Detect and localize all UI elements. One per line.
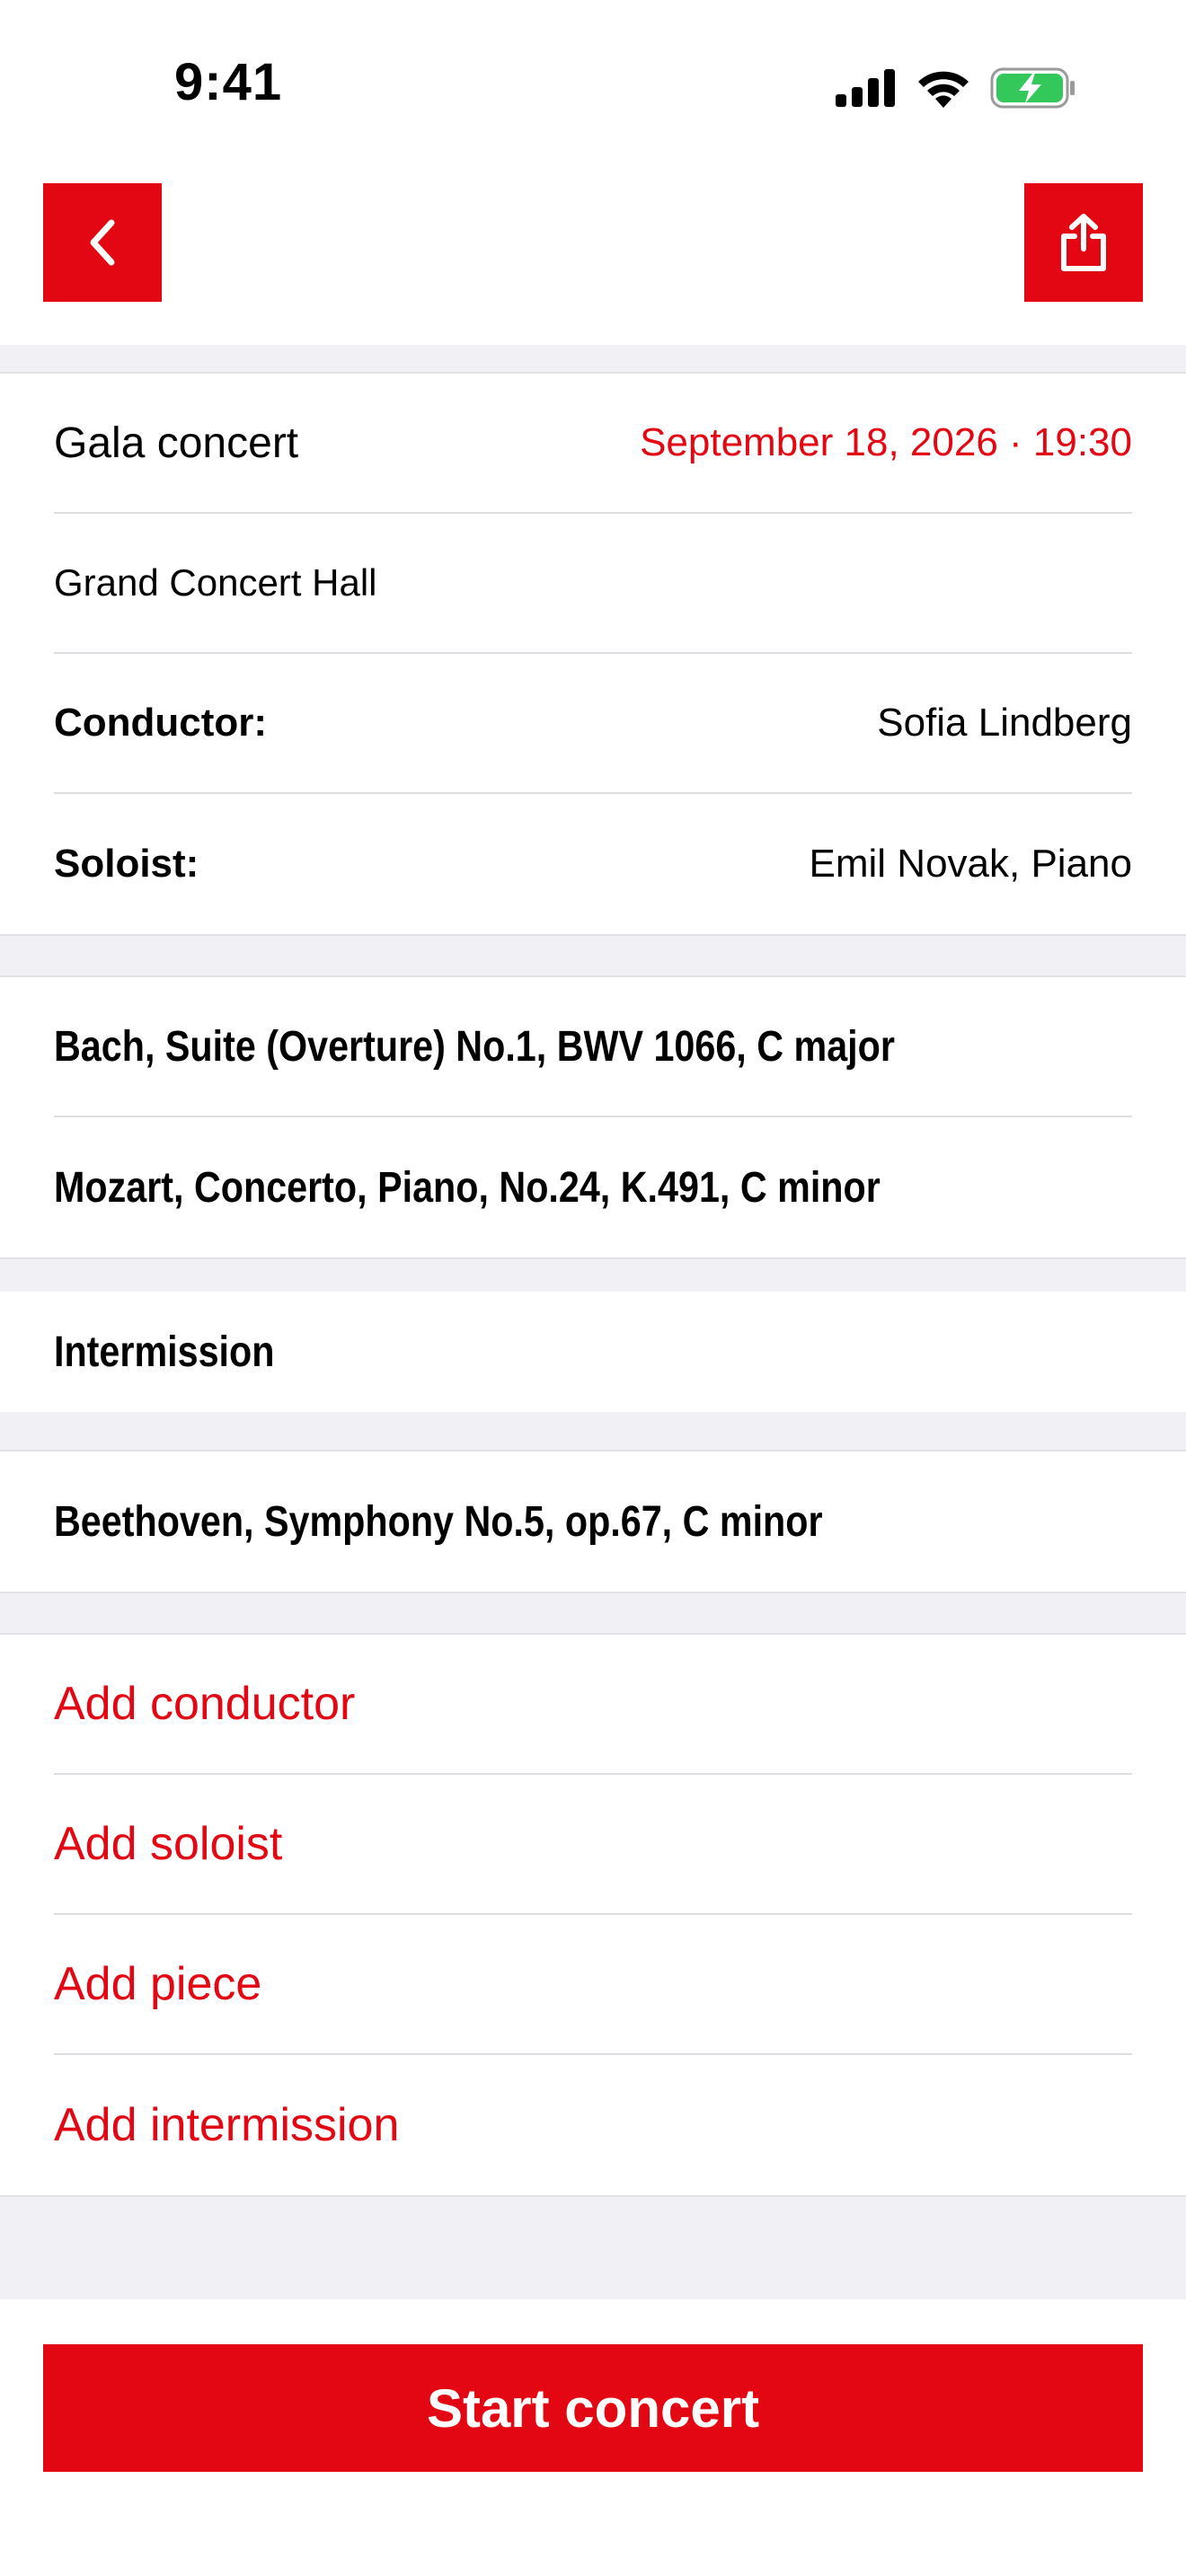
soloist-value: Emil Novak, Piano (809, 842, 1132, 886)
start-concert-button[interactable]: Start concert (43, 2344, 1143, 2472)
battery-charging-icon (990, 67, 1075, 109)
status-icons (836, 63, 1076, 113)
concert-title-row[interactable]: Gala concert September 18, 2026 · 19:30 (54, 374, 1132, 514)
add-piece-button[interactable]: Add piece (54, 1957, 261, 2011)
venue-name: Grand Concert Hall (54, 561, 377, 604)
program-piece-title: Bach, Suite (Overture) No.1, BWV 1066, C… (54, 1022, 895, 1071)
add-piece-row[interactable]: Add piece (54, 1915, 1132, 2055)
share-button[interactable] (1024, 183, 1143, 302)
status-bar: 9:41 (0, 0, 1186, 180)
intermission-row[interactable]: Intermission (54, 1292, 1132, 1412)
chevron-left-icon (90, 219, 115, 266)
conductor-row[interactable]: Conductor: Sofia Lindberg (54, 654, 1132, 794)
add-intermission-button[interactable]: Add intermission (54, 2098, 399, 2152)
program-part2-section: Beethoven, Symphony No.5, op.67, C minor (0, 1450, 1186, 1593)
concert-title: Gala concert (54, 419, 299, 467)
program-piece-row[interactable]: Mozart, Concerto, Piano, No.24, K.491, C… (54, 1117, 1132, 1257)
back-button[interactable] (43, 183, 162, 302)
concert-info-section: Gala concert September 18, 2026 · 19:30 … (0, 372, 1186, 936)
add-soloist-row[interactable]: Add soloist (54, 1775, 1132, 1915)
add-soloist-button[interactable]: Add soloist (54, 1817, 282, 1871)
cellular-signal-icon (836, 69, 895, 107)
conductor-value: Sofia Lindberg (877, 701, 1132, 745)
intermission-label: Intermission (54, 1328, 275, 1376)
soloist-row[interactable]: Soloist: Emil Novak, Piano (54, 794, 1132, 934)
add-conductor-button[interactable]: Add conductor (54, 1677, 355, 1731)
program-piece-row[interactable]: Beethoven, Symphony No.5, op.67, C minor (54, 1451, 1132, 1592)
add-actions-section: Add conductor Add soloist Add piece Add … (0, 1633, 1186, 2197)
program-piece-title: Beethoven, Symphony No.5, op.67, C minor (54, 1497, 823, 1546)
add-conductor-row[interactable]: Add conductor (54, 1635, 1132, 1775)
intermission-section: Intermission (0, 1292, 1186, 1412)
status-time: 9:41 (174, 53, 283, 111)
program-piece-title: Mozart, Concerto, Piano, No.24, K.491, C… (54, 1163, 881, 1212)
share-icon (1061, 214, 1106, 271)
start-area: Start concert (0, 2299, 1186, 2576)
nav-bar (0, 180, 1186, 345)
program-piece-row[interactable]: Bach, Suite (Overture) No.1, BWV 1066, C… (54, 977, 1132, 1117)
conductor-label: Conductor: (54, 701, 268, 745)
program-part1-section: Bach, Suite (Overture) No.1, BWV 1066, C… (0, 975, 1186, 1259)
concert-datetime: September 18, 2026 · 19:30 (640, 420, 1132, 464)
wifi-icon (918, 71, 969, 108)
add-intermission-row[interactable]: Add intermission (54, 2055, 1132, 2195)
venue-row[interactable]: Grand Concert Hall (54, 514, 1132, 654)
soloist-label: Soloist: (54, 842, 199, 886)
